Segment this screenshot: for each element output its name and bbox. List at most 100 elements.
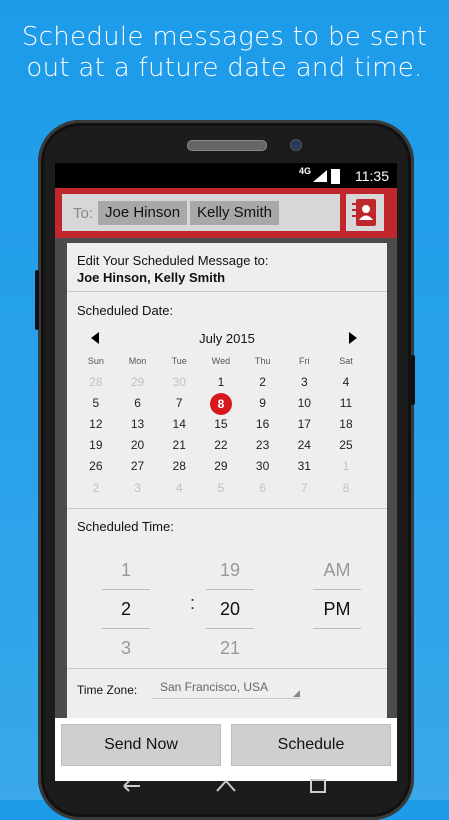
power-button bbox=[411, 355, 415, 405]
recipient-chip[interactable]: Kelly Smith bbox=[190, 201, 280, 225]
home-icon[interactable] bbox=[214, 777, 238, 795]
hour-prev[interactable]: 1 bbox=[104, 551, 148, 589]
calendar-day[interactable]: 1 bbox=[325, 456, 367, 476]
calendar-day[interactable]: 7 bbox=[283, 478, 325, 498]
calendar-day[interactable]: 20 bbox=[117, 435, 159, 455]
timezone-label: Time Zone: bbox=[77, 683, 138, 697]
calendar-week-row: 28 29 30 1 2 3 4 bbox=[75, 372, 380, 392]
calendar-day-label: 29 bbox=[130, 375, 145, 389]
calendar-day-label: 6 bbox=[134, 396, 141, 410]
calendar-day-label: 3 bbox=[134, 481, 141, 495]
calendar-day[interactable]: 31 bbox=[283, 456, 325, 476]
calendar-day[interactable]: 14 bbox=[158, 414, 200, 434]
calendar-day[interactable]: 12 bbox=[75, 414, 117, 434]
calendar-day[interactable]: 24 bbox=[283, 435, 325, 455]
calendar-day[interactable]: 21 bbox=[158, 435, 200, 455]
calendar-day[interactable]: 2 bbox=[75, 478, 117, 498]
phone-screen: 4G 11:35 To: Joe Hinson Kelly Smith Edit… bbox=[55, 163, 397, 781]
calendar-day[interactable]: 9 bbox=[242, 393, 284, 413]
calendar-day[interactable]: 4 bbox=[325, 372, 367, 392]
timezone-select[interactable]: San Francisco, USA bbox=[152, 680, 300, 699]
calendar-day[interactable]: 18 bbox=[325, 414, 367, 434]
calendar-day-label: 28 bbox=[89, 375, 103, 389]
recipient-chip[interactable]: Joe Hinson bbox=[98, 201, 188, 225]
calendar-day[interactable]: 25 bbox=[325, 435, 367, 455]
next-month-arrow-icon[interactable] bbox=[345, 331, 359, 345]
calendar-day[interactable]: 10 bbox=[283, 393, 325, 413]
calendar-day[interactable]: 11 bbox=[325, 393, 367, 413]
front-camera bbox=[290, 139, 302, 151]
ampm-spinner[interactable]: AM PM bbox=[313, 551, 361, 629]
calendar-day[interactable]: 16 bbox=[242, 414, 284, 434]
hour-next[interactable]: 3 bbox=[104, 629, 148, 667]
calendar-day-label: 2 bbox=[259, 375, 266, 389]
calendar-day-label: 1 bbox=[342, 459, 350, 473]
calendar-day[interactable]: 6 bbox=[242, 478, 284, 498]
hour-current[interactable]: 2 bbox=[104, 590, 148, 628]
back-icon[interactable] bbox=[120, 777, 144, 795]
calendar-day[interactable]: 3 bbox=[117, 478, 159, 498]
calendar-day[interactable]: 27 bbox=[117, 456, 159, 476]
calendar-month: July 2015 bbox=[199, 331, 255, 346]
calendar-day[interactable]: 29 bbox=[200, 456, 242, 476]
weekday-label: Thu bbox=[254, 356, 271, 366]
calendar-day[interactable]: 13 bbox=[117, 414, 159, 434]
calendar-day-label: 29 bbox=[214, 459, 228, 473]
calendar-day-label: 17 bbox=[297, 417, 311, 431]
recipient-field[interactable]: To: Joe Hinson Kelly Smith bbox=[62, 194, 340, 231]
calendar-day[interactable]: 29 bbox=[117, 372, 159, 392]
calendar-day[interactable]: 6 bbox=[117, 393, 159, 413]
period-current[interactable]: PM bbox=[315, 590, 359, 628]
divider bbox=[67, 668, 387, 669]
calendar-day[interactable]: 8 bbox=[325, 478, 367, 498]
calendar-day[interactable]: 19 bbox=[75, 435, 117, 455]
period-prev[interactable]: AM bbox=[315, 551, 359, 589]
dialog-title: Edit Your Scheduled Message to: bbox=[77, 253, 269, 268]
minute-spinner[interactable]: 19 20 21 bbox=[206, 551, 254, 667]
calendar-day-label: 5 bbox=[217, 481, 225, 495]
minute-prev[interactable]: 19 bbox=[208, 551, 252, 589]
recent-apps-icon[interactable] bbox=[306, 777, 330, 795]
calendar-day-label: 28 bbox=[172, 459, 186, 473]
calendar-day-label: 5 bbox=[92, 396, 100, 410]
volume-button bbox=[35, 270, 39, 330]
calendar-day[interactable]: 15 bbox=[200, 414, 242, 434]
calendar-day[interactable]: 23 bbox=[242, 435, 284, 455]
hour-spinner[interactable]: 1 2 3 bbox=[102, 551, 150, 667]
calendar-day[interactable]: 3 bbox=[283, 372, 325, 392]
calendar-day[interactable]: 30 bbox=[158, 372, 200, 392]
send-now-button[interactable]: Send Now bbox=[61, 724, 221, 766]
calendar-day[interactable]: 26 bbox=[75, 456, 117, 476]
calendar-day[interactable]: 2 bbox=[242, 372, 284, 392]
calendar-day[interactable]: 5 bbox=[200, 478, 242, 498]
dropdown-caret-icon bbox=[293, 690, 300, 697]
calendar-day-label: 4 bbox=[342, 375, 350, 389]
calendar-day[interactable]: 5 bbox=[75, 393, 117, 413]
calendar-day-label: 7 bbox=[175, 396, 183, 410]
calendar-day-label: 20 bbox=[130, 438, 145, 452]
contacts-button[interactable] bbox=[346, 194, 384, 231]
calendar-day[interactable]: 17 bbox=[283, 414, 325, 434]
calendar-day[interactable]: 4 bbox=[158, 478, 200, 498]
calendar-day-label: 30 bbox=[255, 459, 270, 473]
minute-current[interactable]: 20 bbox=[208, 590, 252, 628]
calendar-day-label: 2 bbox=[92, 481, 100, 495]
calendar-day-selected[interactable]: 8 bbox=[200, 393, 242, 415]
calendar-day[interactable]: 7 bbox=[158, 393, 200, 413]
calendar-week-row: 2 3 4 5 6 7 8 bbox=[75, 478, 380, 498]
calendar-day-label: 24 bbox=[297, 438, 311, 452]
calendar-day[interactable]: 30 bbox=[242, 456, 284, 476]
weekday-label: Wed bbox=[211, 356, 231, 366]
calendar-day-label: 8 bbox=[209, 393, 232, 415]
calendar-day-label: 3 bbox=[300, 375, 308, 389]
calendar-day-label: 16 bbox=[255, 417, 270, 431]
calendar-day[interactable]: 22 bbox=[200, 435, 242, 455]
calendar-day-label: 10 bbox=[297, 396, 311, 410]
calendar-day[interactable]: 28 bbox=[75, 372, 117, 392]
schedule-button[interactable]: Schedule bbox=[231, 724, 391, 766]
calendar-day[interactable]: 28 bbox=[158, 456, 200, 476]
action-bar: Send Now Schedule bbox=[55, 718, 397, 781]
minute-next[interactable]: 21 bbox=[208, 629, 252, 667]
date-label: Scheduled Date: bbox=[77, 303, 174, 318]
calendar-day[interactable]: 1 bbox=[200, 372, 242, 392]
